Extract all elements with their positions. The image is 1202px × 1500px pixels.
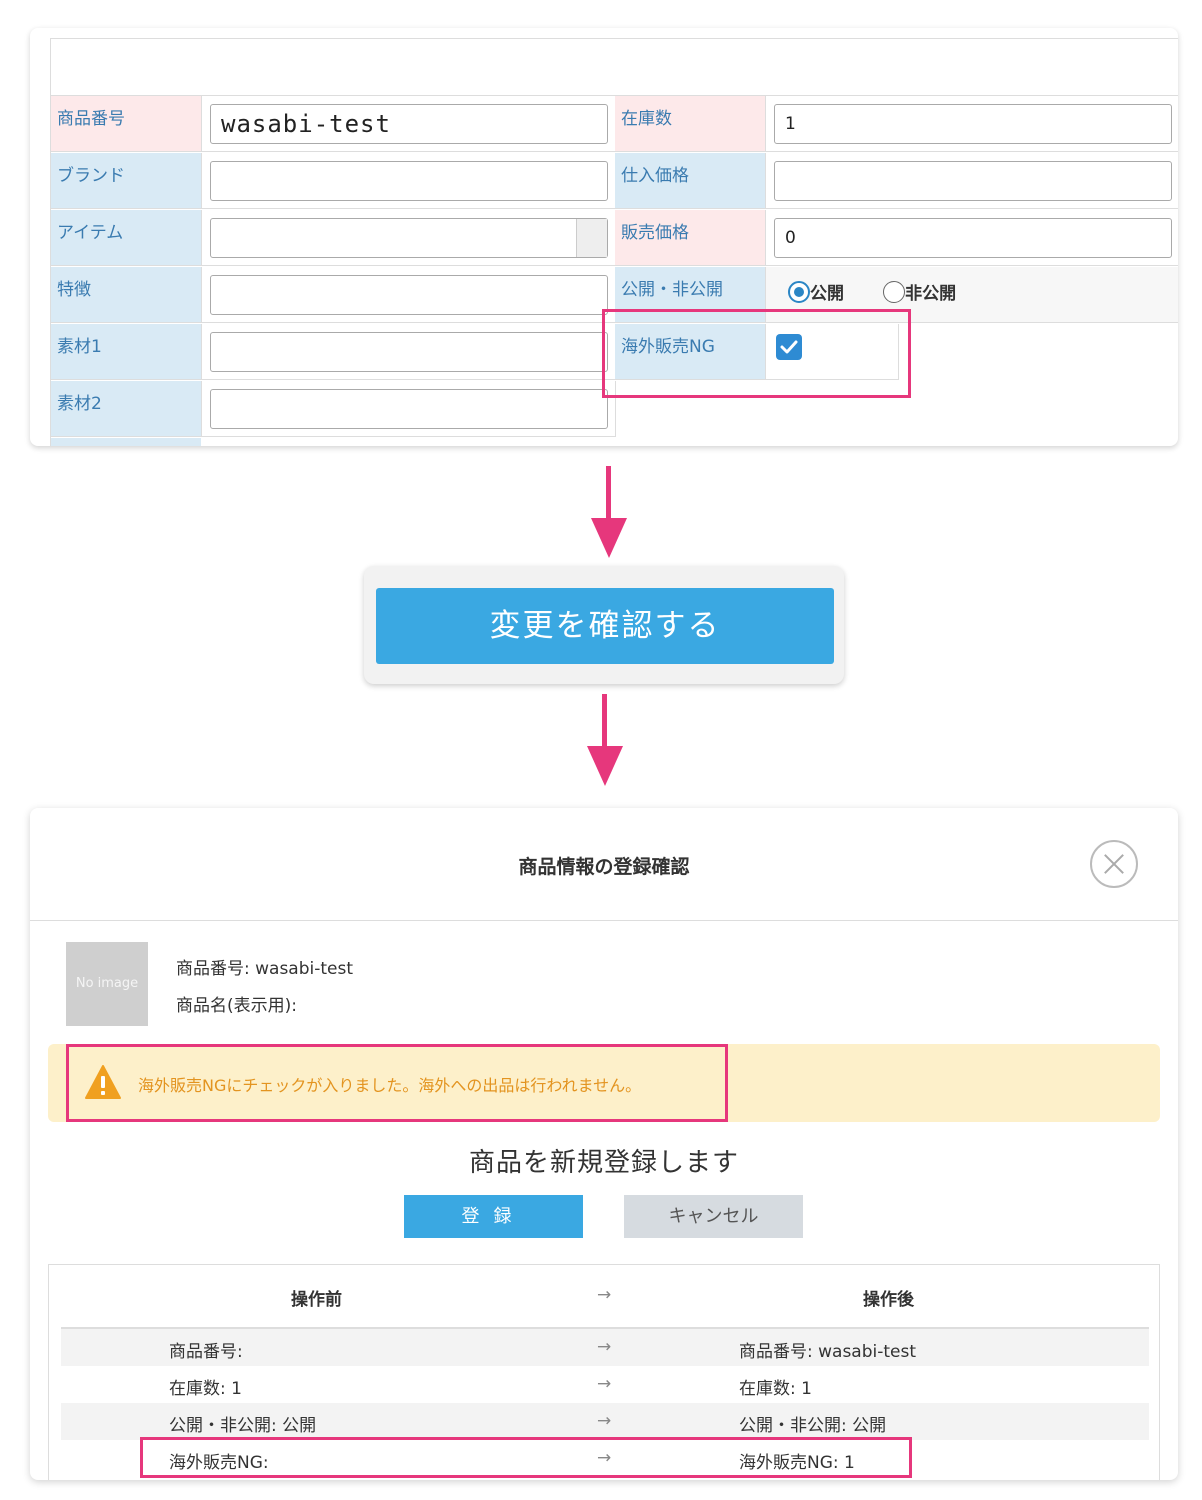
material-1-input[interactable] (210, 332, 608, 372)
diff-row: 在庫数: 1 → 在庫数: 1 (61, 1366, 1149, 1403)
field-cell (201, 210, 616, 266)
modal-divider (30, 920, 1178, 921)
confirm-registration-modal: 商品情報の登録確認 No image 商品番号: wasabi-test 商品名… (30, 808, 1178, 1480)
diff-after: 商品番号: wasabi-test (739, 1342, 917, 1362)
private-radio[interactable] (883, 280, 906, 303)
features-input[interactable] (210, 275, 608, 315)
visibility-radio-group: 公開 非公開 (788, 279, 990, 304)
field-cell (201, 381, 616, 437)
before-header: 操作前 (291, 1290, 342, 1310)
private-radio-label[interactable]: 非公開 (905, 284, 956, 304)
cancel-button[interactable]: キャンセル (624, 1195, 803, 1238)
form-row: ブランド 仕入価格 (51, 153, 1178, 210)
diff-row: 公開・非公開: 公開 → 公開・非公開: 公開 (61, 1403, 1149, 1440)
register-button[interactable]: 登録 (404, 1195, 583, 1238)
field-label-product-number: 商品番号 (51, 96, 201, 152)
diff-arrow: → (597, 1374, 612, 1394)
purchase-price-input[interactable] (774, 161, 1172, 201)
field-cell: wasabi-test (201, 96, 616, 152)
after-header: 操作後 (863, 1290, 914, 1310)
down-arrow-icon (591, 466, 627, 558)
field-label-material-2: 素材2 (51, 381, 201, 437)
diff-before: 公開・非公開: 公開 (169, 1416, 317, 1436)
diff-after: 公開・非公開: 公開 (739, 1416, 887, 1436)
form-row: 商品番号 wasabi-test 在庫数 1 (51, 96, 1178, 153)
material-2-input[interactable] (210, 389, 608, 429)
form-row: アイテム 販売価格 0 (51, 210, 1178, 267)
field-label-material-1: 素材1 (51, 324, 201, 380)
sale-price-input[interactable]: 0 (774, 218, 1172, 258)
select-arrow-button[interactable] (576, 219, 607, 257)
overseas-ng-highlight (602, 309, 911, 398)
public-radio[interactable] (788, 280, 810, 303)
stock-input[interactable]: 1 (774, 104, 1172, 144)
next-row-label-stub (51, 438, 201, 446)
field-label-stock: 在庫数 (615, 96, 765, 152)
diff-arrow: → (597, 1411, 612, 1431)
confirm-changes-button[interactable]: 変更を確認する (376, 588, 834, 664)
diff-row: 商品番号: → 商品番号: wasabi-test (61, 1329, 1149, 1366)
product-number-text: 商品番号: wasabi-test (176, 959, 354, 979)
form-header-strip (51, 39, 1178, 96)
diff-before: 商品番号: (169, 1342, 243, 1362)
modal-title: 商品情報の登録確認 (518, 856, 690, 878)
diff-arrow: → (597, 1337, 612, 1357)
field-cell (765, 153, 1178, 209)
field-cell (201, 267, 616, 323)
register-message: 商品を新規登録します (468, 1148, 739, 1178)
field-label-purchase-price: 仕入価格 (615, 153, 765, 209)
overseas-ng-diff-highlight (140, 1437, 912, 1478)
product-name-text: 商品名(表示用): (176, 996, 297, 1016)
close-icon[interactable] (1090, 840, 1138, 888)
field-cell: 1 (765, 96, 1178, 152)
field-label-features: 特徴 (51, 267, 201, 323)
field-cell: 0 (765, 210, 1178, 266)
product-thumbnail: No image (66, 942, 148, 1026)
field-label-sale-price: 販売価格 (615, 210, 765, 266)
field-cell (201, 153, 616, 209)
brand-input[interactable] (210, 161, 608, 201)
item-select[interactable] (210, 218, 608, 258)
diff-after: 在庫数: 1 (739, 1379, 812, 1399)
down-arrow-icon (587, 694, 623, 786)
field-label-brand: ブランド (51, 153, 201, 209)
confirm-button-panel: 変更を確認する (364, 566, 844, 684)
field-cell (201, 324, 616, 380)
product-number-input[interactable]: wasabi-test (210, 104, 608, 144)
arrow-header: → (597, 1285, 612, 1305)
public-radio-label[interactable]: 公開 (810, 284, 844, 304)
warning-highlight (66, 1044, 728, 1122)
field-label-item: アイテム (51, 210, 201, 266)
diff-before: 在庫数: 1 (169, 1379, 242, 1399)
